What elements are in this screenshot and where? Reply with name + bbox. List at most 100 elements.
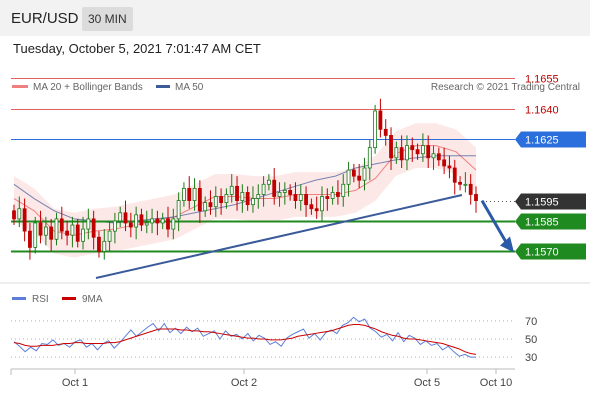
candle-body	[330, 192, 335, 199]
candle-body	[12, 210, 16, 220]
candle-body	[182, 187, 186, 201]
x-tick-label: Oct 1	[62, 377, 88, 389]
candle-body	[256, 194, 261, 199]
candle-body	[150, 218, 154, 224]
price-labels: 1.1655 1.1640 1.1625 1.1595 1.1585 1.1570	[515, 74, 586, 260]
candle-body	[107, 230, 112, 242]
candle-body	[240, 192, 245, 201]
rsi-legend-swatch	[12, 297, 26, 300]
projection-arrow	[480, 199, 514, 253]
rsi-tick-30: 30	[525, 352, 537, 364]
candle-body	[373, 110, 378, 149]
candle-body	[187, 187, 192, 201]
price-label-1.1570: 1.1570	[525, 247, 559, 259]
candle-body	[112, 220, 117, 232]
candle-body	[442, 159, 447, 167]
candle-body	[224, 194, 229, 204]
candle-body	[346, 169, 351, 185]
price-label-1.1585: 1.1585	[525, 217, 559, 229]
candle-body	[383, 128, 388, 136]
x-tick-label: Oct 10	[480, 377, 512, 389]
candle-body	[171, 218, 176, 230]
candle-body	[235, 185, 239, 201]
rsi-legend-label: RSI	[32, 294, 49, 305]
candle-body	[351, 169, 356, 177]
chart-area: MA 20 + Bollinger Bands MA 50 Research ©…	[0, 74, 590, 389]
candle-body	[447, 165, 452, 169]
candle-body	[59, 218, 64, 232]
ma20-legend-swatch	[12, 85, 28, 88]
candle-body	[49, 226, 54, 240]
candle-body	[309, 204, 314, 210]
candle-body	[22, 208, 27, 232]
candle-body	[468, 183, 473, 195]
candle-body	[426, 145, 431, 159]
candle	[373, 104, 378, 154]
candle-body	[282, 189, 287, 193]
candle-body	[229, 185, 234, 195]
candle-body	[192, 187, 197, 201]
candle	[378, 98, 383, 138]
candle-body	[474, 194, 478, 201]
candle-body	[219, 196, 224, 204]
ma50-legend-label: MA 50	[175, 82, 204, 93]
candle-body	[38, 222, 43, 236]
x-tick-label: Oct 5	[414, 377, 440, 389]
x-axis: Oct 1 Oct 2 Oct 5 Oct 10	[62, 369, 512, 389]
candle-body	[314, 208, 319, 212]
candle-body	[118, 212, 123, 222]
candle-body	[102, 240, 107, 252]
candle-body	[139, 214, 144, 226]
ma20-legend-label: MA 20 + Bollinger Bands	[33, 82, 143, 93]
candle-body	[81, 228, 85, 242]
candle-body	[144, 222, 149, 226]
ma9-legend-swatch	[62, 297, 76, 300]
candle-body	[123, 212, 128, 224]
candle-body	[75, 224, 80, 242]
candle-body	[362, 167, 367, 181]
price-label-1.1640: 1.1640	[525, 105, 559, 117]
candle-body	[463, 183, 468, 186]
candle-body	[410, 145, 415, 151]
candle-body	[272, 179, 277, 197]
candle-body	[54, 218, 59, 240]
candle-body	[288, 189, 293, 195]
candle	[383, 119, 388, 146]
candle-body	[420, 145, 425, 155]
price-label-1.1625: 1.1625	[525, 135, 559, 147]
candle-body	[415, 149, 420, 155]
candle-body	[261, 183, 266, 195]
candle-body	[320, 196, 324, 212]
candle-body	[160, 218, 165, 224]
candle-body	[405, 145, 409, 161]
candle-body	[458, 181, 462, 185]
candle-body	[17, 208, 22, 220]
rsi-tick-70: 70	[525, 316, 537, 328]
projection-shaft	[480, 199, 510, 247]
candle-body	[304, 194, 308, 206]
candle-body	[431, 153, 436, 159]
candle-body	[208, 202, 213, 208]
candle-body	[28, 230, 32, 248]
candle-body	[70, 224, 75, 236]
candle-body	[91, 218, 96, 238]
candle-body	[65, 230, 70, 236]
rsi-panel: 70 50 30	[11, 316, 537, 364]
candle-body	[43, 226, 48, 236]
candle-body	[166, 218, 170, 230]
candle-body	[277, 192, 282, 197]
candle-body	[452, 167, 457, 183]
candle-body	[33, 222, 38, 248]
candle-body	[155, 218, 160, 224]
price-label-1.1595: 1.1595	[525, 197, 559, 209]
candle-body	[213, 196, 218, 208]
candle-body	[203, 202, 208, 212]
candle-body	[293, 194, 298, 201]
projection-head	[500, 236, 514, 253]
candle-body	[134, 214, 139, 228]
candle-body	[389, 135, 393, 159]
candle-body	[436, 153, 441, 161]
candle-body	[86, 218, 91, 230]
candle-body	[176, 200, 181, 220]
candle-body	[128, 222, 133, 228]
